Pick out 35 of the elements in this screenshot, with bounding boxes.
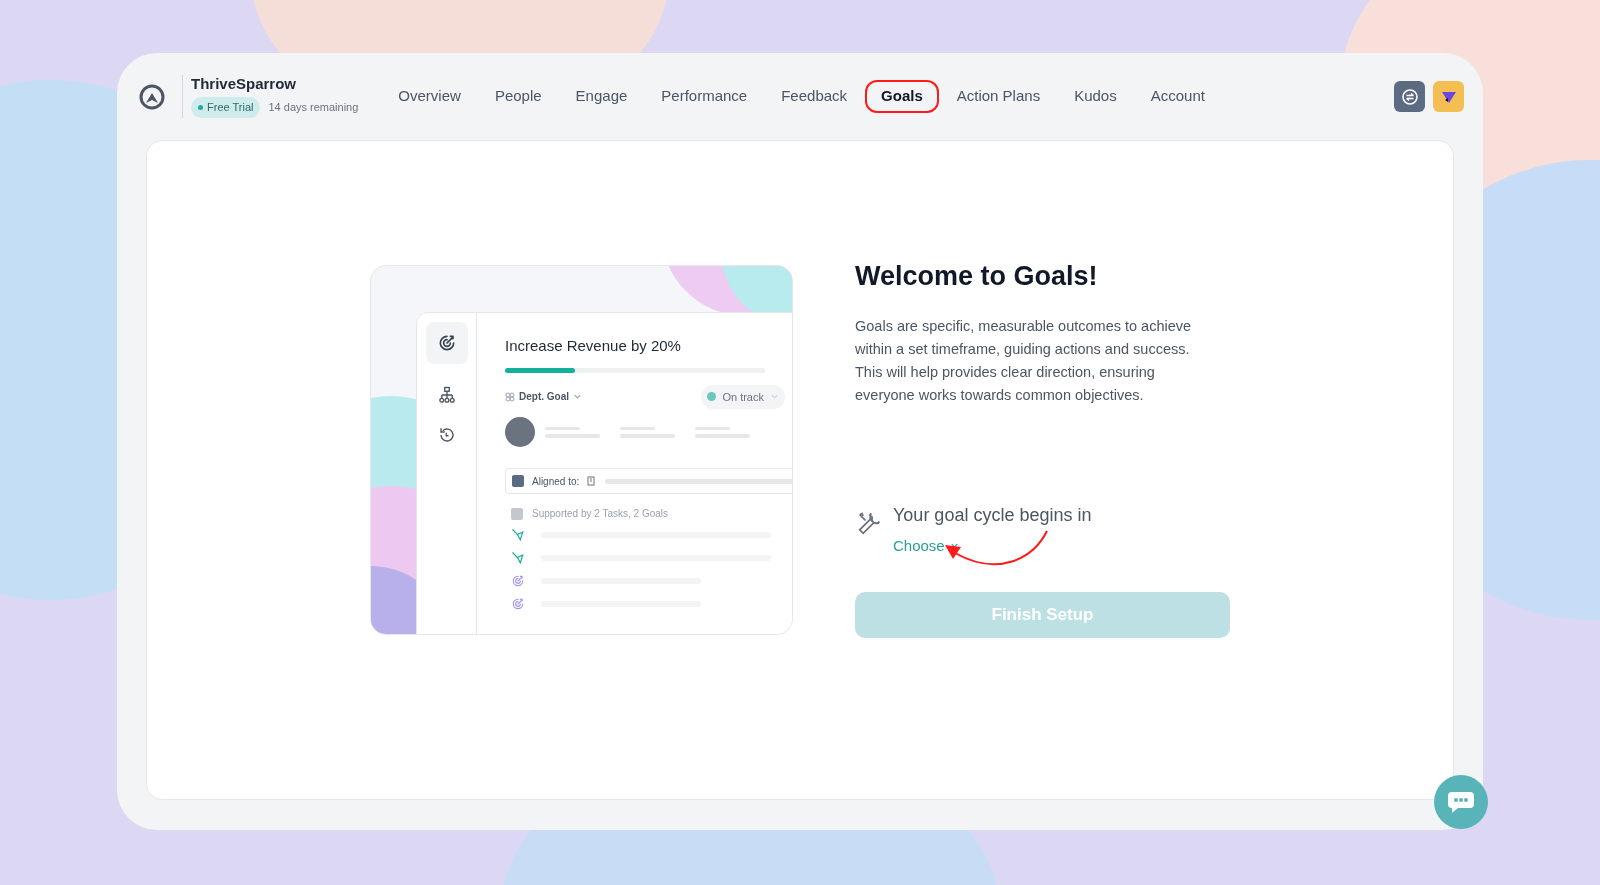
target-arrow-icon [511,573,525,588]
goal-title: Increase Revenue by 20% [505,336,682,356]
flower-icon [505,391,515,402]
nav-tab[interactable]: Overview [382,80,477,113]
document-icon [587,476,598,486]
dart-icon [511,550,525,565]
brand-name: ThriveSparrow [191,75,298,95]
chevron-down-icon [770,392,779,402]
hierarchy-icon [437,386,456,404]
target-arrow-icon [511,596,525,611]
welcome-title: Welcome to Goals! [855,260,1099,293]
dart-icon [511,527,525,542]
nav-tab[interactable]: Account [1134,80,1221,113]
chat-bubble-icon [1446,789,1476,815]
history-icon [437,426,456,444]
exchange-icon [1401,88,1418,105]
cycle-label: Your goal cycle begins in [893,503,1092,527]
app-logo-button[interactable] [1433,81,1464,112]
nav-tab[interactable]: Feedback [765,80,864,113]
aligned-label: Aligned to: [532,474,580,489]
status-pill: On track [701,384,785,409]
trial-note: 14 days remaining [268,100,359,116]
nav-tab[interactable]: People [478,80,558,113]
supported-label: Supported by 2 Tasks, 2 Goals [532,507,668,521]
nav-tab[interactable]: Engage [559,80,644,113]
plan-badge: Free Trial [191,97,261,118]
nav-tab[interactable]: Goals [865,80,939,113]
avatar-placeholder [505,417,535,447]
chevron-down-icon [573,392,582,402]
nav-tab[interactable]: Kudos [1058,80,1133,113]
sync-button[interactable] [1394,81,1425,112]
welcome-description: Goals are specific, measurable outcomes to achieve within a set timeframe, guiding actions and success. This will help provides clear direction, ensuring everyone works towards common objectives. [855,316,1193,405]
nav-tab[interactable]: Performance [645,80,764,113]
nav-tab[interactable]: Action Plans [940,80,1057,113]
goal-type: Dept. Goal [519,390,569,405]
